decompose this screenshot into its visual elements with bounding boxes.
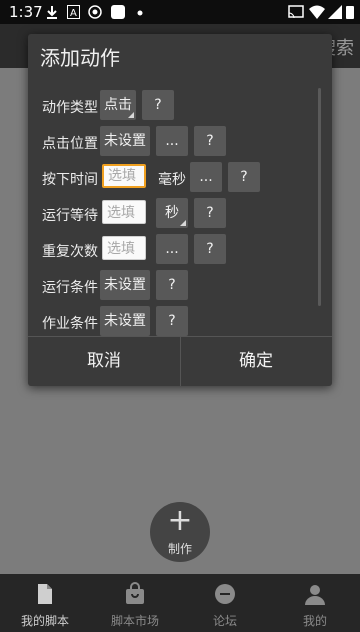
- nav-item-script-market[interactable]: 脚本市场: [90, 574, 180, 632]
- row-run-condition: 运行条件 未设置 ?: [28, 270, 318, 302]
- bottom-nav: 我的脚本 脚本市场 论坛 我的: [0, 574, 360, 632]
- action-type-select[interactable]: 点击: [100, 90, 136, 120]
- battery-icon: [346, 6, 354, 19]
- job-condition-label: 作业条件: [42, 316, 98, 332]
- square-app-icon: [111, 5, 125, 19]
- signal-icon: [328, 5, 342, 19]
- run-wait-label: 运行等待: [42, 208, 98, 224]
- repeat-count-more-button[interactable]: ...: [156, 234, 188, 264]
- vpn-icon: [88, 5, 102, 19]
- chat-icon: [215, 584, 235, 604]
- job-condition-help-button[interactable]: ?: [156, 306, 188, 336]
- click-position-more-button[interactable]: ...: [156, 126, 188, 156]
- click-position-label: 点击位置: [42, 136, 98, 152]
- nav-item-profile[interactable]: 我的: [270, 574, 360, 632]
- repeat-count-input[interactable]: 选填: [102, 236, 146, 260]
- nav-item-forum[interactable]: 论坛: [180, 574, 270, 632]
- press-time-unit: 毫秒: [158, 172, 186, 188]
- confirm-button[interactable]: 确定: [180, 337, 332, 386]
- row-press-time: 按下时间 选填 毫秒 ... ?: [28, 162, 318, 194]
- nav-label: 我的脚本: [20, 614, 69, 628]
- a-box-icon: A: [67, 5, 80, 19]
- fab-label: 制作: [167, 542, 192, 556]
- dialog-title: 添加动作: [40, 46, 120, 70]
- row-action-type: 动作类型 点击 ?: [28, 90, 318, 122]
- dialog-scrollbar[interactable]: [318, 88, 321, 306]
- run-wait-help-button[interactable]: ?: [194, 198, 226, 228]
- cast-icon: [288, 5, 304, 19]
- run-wait-input[interactable]: 选填: [102, 200, 146, 224]
- run-wait-unit-select[interactable]: 秒: [156, 198, 188, 228]
- dialog-form[interactable]: 动作类型 点击 ? 点击位置 未设置 ... ? 按下时间 选填 毫秒 ... …: [28, 78, 332, 364]
- create-fab-button[interactable]: + 制作: [150, 502, 210, 562]
- document-icon: [38, 584, 52, 604]
- add-action-dialog: 添加动作 动作类型 点击 ? 点击位置 未设置 ... ? 按下时间 选填 毫秒…: [28, 34, 332, 386]
- repeat-count-label: 重复次数: [42, 244, 98, 260]
- nav-label: 我的: [302, 614, 327, 628]
- shopping-bag-icon: [126, 582, 144, 604]
- row-repeat-count: 重复次数 选填 ... ?: [28, 234, 318, 266]
- person-icon: [305, 585, 325, 605]
- press-time-label: 按下时间: [42, 172, 98, 188]
- action-type-help-button[interactable]: ?: [142, 90, 174, 120]
- cancel-button[interactable]: 取消: [28, 337, 180, 386]
- wifi-icon: [309, 5, 325, 19]
- row-run-wait: 运行等待 选填 秒 ?: [28, 198, 318, 230]
- nav-item-my-scripts[interactable]: 我的脚本: [0, 574, 90, 632]
- press-time-help-button[interactable]: ?: [228, 162, 260, 192]
- job-condition-value-button[interactable]: 未设置: [100, 306, 150, 336]
- row-job-condition: 作业条件 未设置 ?: [28, 306, 318, 338]
- press-time-input[interactable]: 选填: [102, 164, 146, 188]
- nav-label: 脚本市场: [110, 614, 159, 628]
- status-time: 1:37: [9, 3, 43, 21]
- press-time-more-button[interactable]: ...: [190, 162, 222, 192]
- run-condition-value-button[interactable]: 未设置: [100, 270, 150, 300]
- nav-label: 论坛: [212, 614, 237, 628]
- run-condition-help-button[interactable]: ?: [156, 270, 188, 300]
- run-condition-label: 运行条件: [42, 280, 98, 296]
- row-click-position: 点击位置 未设置 ... ?: [28, 126, 318, 158]
- click-position-help-button[interactable]: ?: [194, 126, 226, 156]
- plus-icon: +: [167, 503, 193, 538]
- dot-icon: [137, 10, 143, 16]
- repeat-count-help-button[interactable]: ?: [194, 234, 226, 264]
- click-position-value-button[interactable]: 未设置: [100, 126, 150, 156]
- action-type-label: 动作类型: [42, 100, 98, 116]
- svg-text:A: A: [70, 8, 77, 19]
- download-icon: [47, 6, 57, 19]
- status-bar: 1:37 A: [0, 0, 360, 24]
